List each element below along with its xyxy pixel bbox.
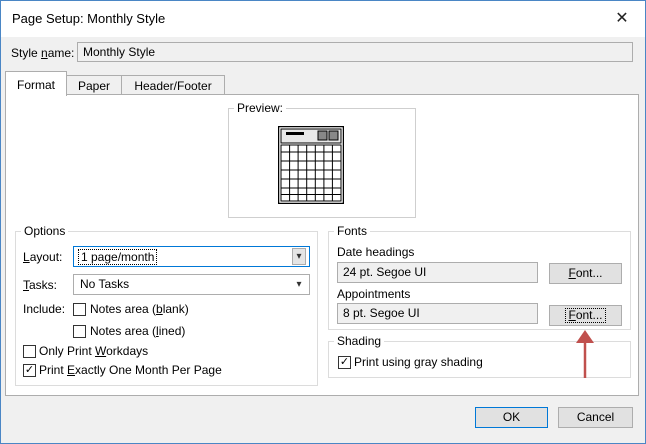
notes-lined-checkbox[interactable] — [73, 325, 86, 338]
notes-blank-checkbox[interactable] — [73, 303, 86, 316]
format-panel: Preview: Options Layout: 1 page/month ▾ … — [5, 94, 639, 396]
tab-header-footer[interactable]: Header/Footer — [121, 75, 225, 95]
options-group: Options Layout: 1 page/month ▾ Tasks: No… — [15, 224, 318, 386]
tasks-label: Tasks: — [23, 278, 58, 292]
notes-blank-label: Notes area (blank) — [90, 302, 189, 316]
appointments-font-field[interactable]: 8 pt. Segoe UI — [337, 303, 538, 324]
fonts-title: Fonts — [334, 224, 371, 238]
layout-value: 1 page/month — [78, 249, 158, 265]
chevron-down-icon[interactable]: ▾ — [292, 248, 306, 265]
appointments-label: Appointments — [337, 287, 411, 301]
date-headings-font-field[interactable]: 24 pt. Segoe UI — [337, 262, 538, 283]
chevron-down-icon[interactable]: ▾ — [292, 277, 306, 292]
gray-shading-checkbox[interactable]: ✓ — [338, 356, 351, 369]
tab-strip: Format Paper Header/Footer — [5, 71, 639, 96]
tab-paper[interactable]: Paper — [66, 75, 122, 95]
preview-label: Preview: — [234, 101, 287, 115]
title-bar: Page Setup: Monthly Style ✕ — [1, 1, 645, 37]
date-headings-font-button[interactable]: Font... — [549, 263, 622, 284]
preview-group: Preview: — [228, 101, 416, 218]
tasks-select[interactable]: No Tasks ▾ — [73, 274, 310, 295]
cancel-button[interactable]: Cancel — [558, 407, 633, 428]
ok-button[interactable]: OK — [475, 407, 548, 428]
notes-lined-label: Notes area (lined) — [90, 324, 186, 338]
fonts-group: Fonts Date headings 24 pt. Segoe UI Font… — [328, 224, 631, 330]
only-print-workdays-checkbox[interactable] — [23, 345, 36, 358]
shading-title: Shading — [334, 334, 385, 348]
include-label: Include: — [23, 302, 66, 316]
gray-shading-label: Print using gray shading — [354, 355, 483, 369]
page-setup-dialog: Page Setup: Monthly Style ✕ Style name: … — [0, 0, 646, 444]
date-headings-label: Date headings — [337, 245, 415, 259]
print-one-month-checkbox[interactable]: ✓ — [23, 364, 36, 377]
style-name-field[interactable]: Monthly Style — [77, 42, 633, 62]
layout-select[interactable]: 1 page/month ▾ — [73, 246, 310, 267]
tasks-value: No Tasks — [80, 277, 130, 291]
appointments-font-button[interactable]: Font... — [549, 305, 622, 326]
annotation-arrow-icon — [576, 330, 594, 378]
only-print-workdays-label: Only Print Workdays — [39, 344, 149, 358]
tab-format[interactable]: Format — [5, 71, 67, 96]
style-name-label: Style name: — [11, 46, 75, 60]
calendar-preview-icon — [278, 126, 344, 204]
window-title: Page Setup: Monthly Style — [12, 11, 166, 26]
options-title: Options — [21, 224, 69, 238]
layout-label: Layout: — [23, 250, 63, 264]
print-one-month-label: Print Exactly One Month Per Page — [39, 363, 222, 377]
close-icon[interactable]: ✕ — [613, 10, 631, 28]
